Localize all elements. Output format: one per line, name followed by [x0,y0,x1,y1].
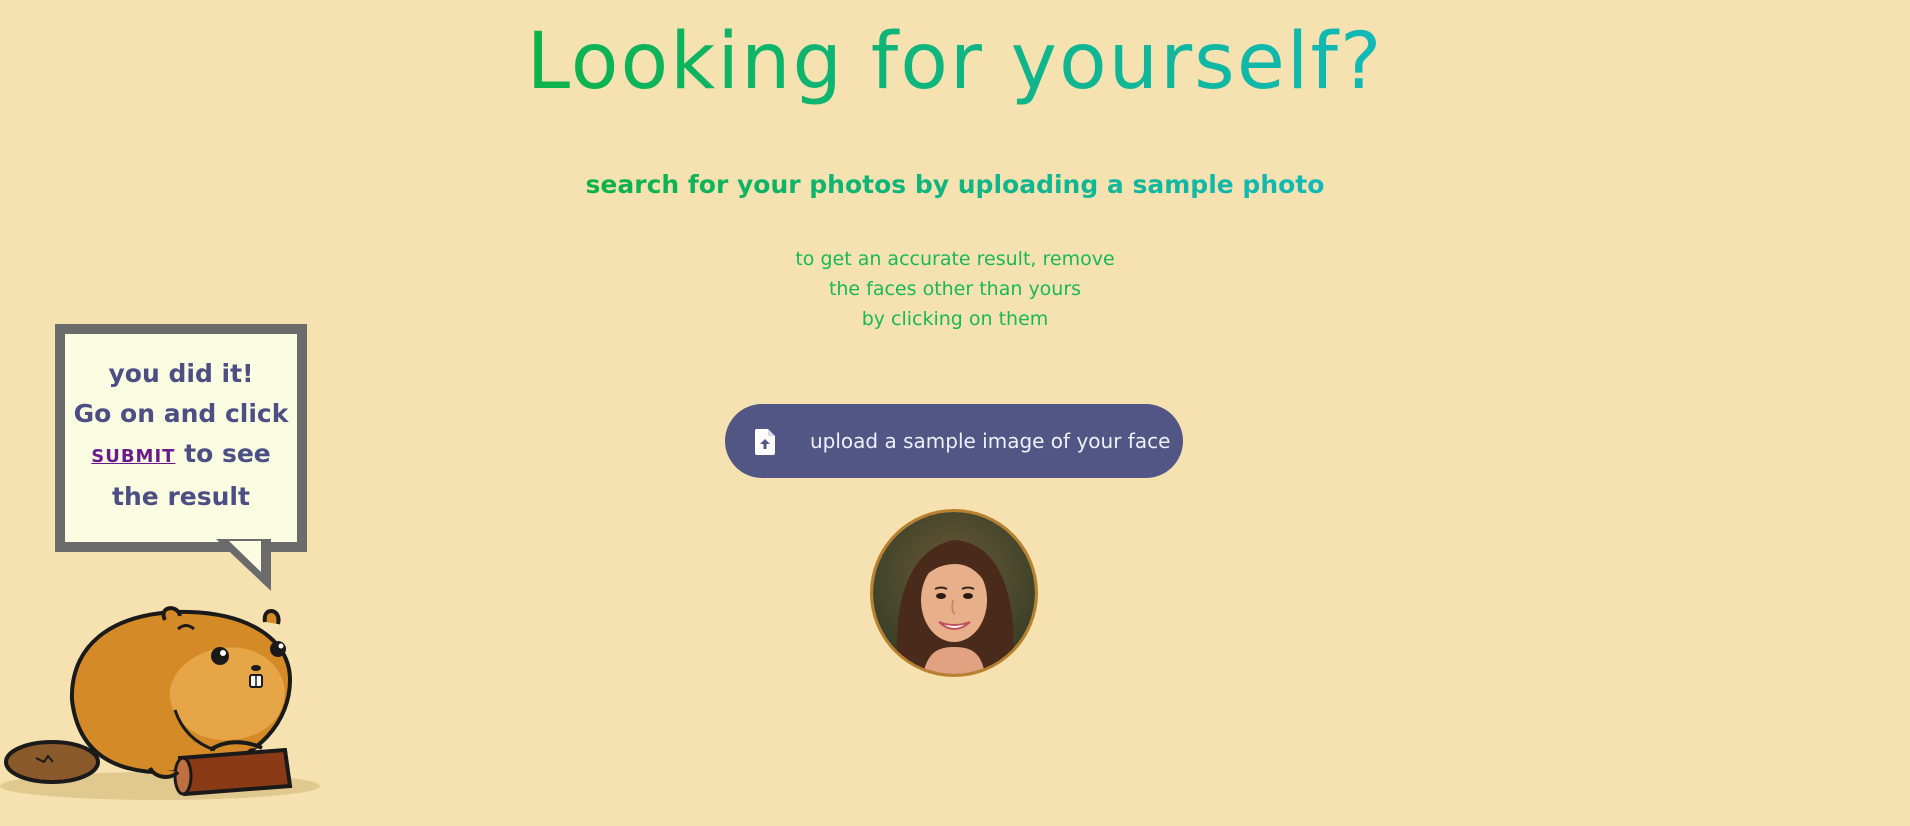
beaver-mascot-icon [0,606,320,800]
page-title: Looking for yourself? [0,12,1910,112]
bubble-line-4: the result [112,482,250,511]
bubble-line-1: you did it! [108,359,254,388]
instructions-text: to get an accurate result, remove the fa… [0,244,1910,334]
instructions-line-2: the faces other than yours [828,278,1082,300]
upload-sample-image-button[interactable]: upload a sample image of your face [725,404,1183,478]
submit-link[interactable]: SUBMIT [91,446,175,467]
bubble-line-3: SUBMIT to see [65,434,297,477]
face-photo [873,512,1035,674]
bubble-line-3-suffix: to see [175,439,271,468]
page-subtitle: search for your photos by uploading a sa… [0,168,1910,202]
page-title-text: Looking for yourself? [527,12,1384,112]
page: Looking for yourself? search for your ph… [0,0,1910,826]
speech-bubble-body: you did it! Go on and click SUBMIT to se… [55,324,307,552]
page-subtitle-text: search for your photos by uploading a sa… [586,168,1325,202]
speech-bubble-tail [216,539,271,591]
file-upload-icon [754,429,775,455]
speech-bubble: you did it! Go on and click SUBMIT to se… [55,324,311,594]
uploaded-face-preview[interactable] [870,509,1038,677]
upload-button-label: upload a sample image of your face [810,429,1171,453]
instructions-line-1: to get an accurate result, remove [795,248,1115,270]
bubble-line-2: Go on and click [73,399,289,428]
